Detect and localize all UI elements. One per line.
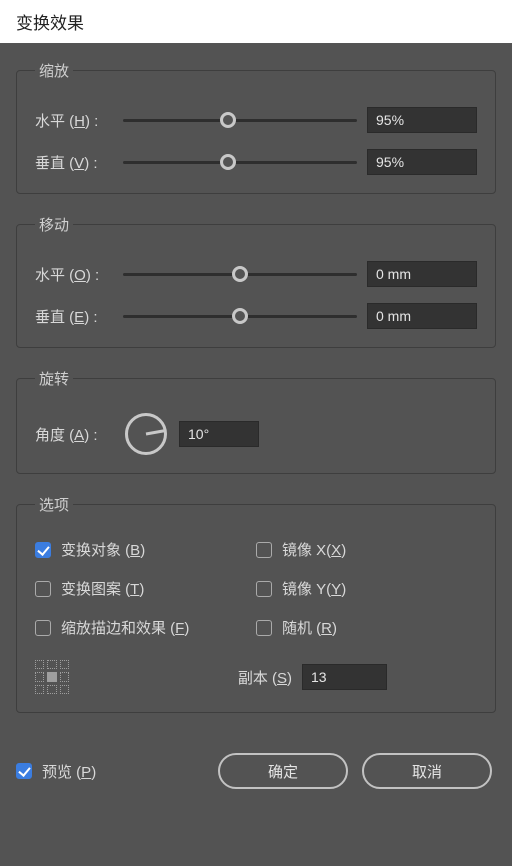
preview-checkbox[interactable]: 预览 (P) <box>16 761 96 782</box>
random-checkbox[interactable]: 随机 (R) <box>256 617 477 638</box>
scale-vertical-label: 垂直 (V) : <box>35 152 113 173</box>
checkbox-icon <box>256 542 272 558</box>
scale-horizontal-input[interactable]: 95% <box>367 107 477 133</box>
checkbox-icon <box>35 581 51 597</box>
move-group: 移动 水平 (O) : 0 mm 垂直 (E) : 0 mm <box>16 214 496 348</box>
move-horizontal-slider[interactable] <box>123 264 357 284</box>
anchor-point-widget[interactable] <box>35 660 69 694</box>
scale-strokes-checkbox[interactable]: 缩放描边和效果 (F) <box>35 617 256 638</box>
ok-button[interactable]: 确定 <box>218 753 348 789</box>
title-bar: 变换效果 <box>0 0 512 44</box>
scale-vertical-row: 垂直 (V) : 95% <box>35 149 477 175</box>
move-horizontal-input[interactable]: 0 mm <box>367 261 477 287</box>
rotate-legend: 旋转 <box>35 368 73 389</box>
options-grid: 变换对象 (B) 镜像 X(X) 变换图案 (T) 镜像 Y(Y) 缩放描边和效… <box>35 539 477 638</box>
move-vertical-row: 垂直 (E) : 0 mm <box>35 303 477 329</box>
scale-horizontal-label: 水平 (H) : <box>35 110 113 131</box>
scale-vertical-slider[interactable] <box>123 152 357 172</box>
transform-objects-checkbox[interactable]: 变换对象 (B) <box>35 539 256 560</box>
scale-legend: 缩放 <box>35 60 73 81</box>
reflect-x-checkbox[interactable]: 镜像 X(X) <box>256 539 477 560</box>
copies-row: 副本 (S) 13 <box>35 660 477 694</box>
checkbox-icon <box>35 542 51 558</box>
move-horizontal-row: 水平 (O) : 0 mm <box>35 261 477 287</box>
move-horizontal-label: 水平 (O) : <box>35 264 113 285</box>
options-legend: 选项 <box>35 494 73 515</box>
slider-thumb[interactable] <box>232 308 248 324</box>
checkbox-icon <box>16 763 32 779</box>
transform-patterns-checkbox[interactable]: 变换图案 (T) <box>35 578 256 599</box>
checkbox-icon <box>256 581 272 597</box>
slider-thumb[interactable] <box>220 154 236 170</box>
rotate-angle-row: 角度 (A) : 10° <box>35 413 477 455</box>
slider-thumb[interactable] <box>220 112 236 128</box>
move-vertical-input[interactable]: 0 mm <box>367 303 477 329</box>
slider-thumb[interactable] <box>232 266 248 282</box>
angle-dial[interactable] <box>125 413 167 455</box>
move-vertical-label: 垂直 (E) : <box>35 306 113 327</box>
copies-input[interactable]: 13 <box>302 664 387 690</box>
rotate-group: 旋转 角度 (A) : 10° <box>16 368 496 474</box>
move-legend: 移动 <box>35 214 73 235</box>
options-group: 选项 变换对象 (B) 镜像 X(X) 变换图案 (T) 镜像 Y(Y) 缩放描… <box>16 494 496 713</box>
checkbox-icon <box>256 620 272 636</box>
scale-horizontal-row: 水平 (H) : 95% <box>35 107 477 133</box>
dialog-title: 变换效果 <box>16 9 84 34</box>
move-vertical-slider[interactable] <box>123 306 357 326</box>
checkbox-icon <box>35 620 51 636</box>
rotate-angle-label: 角度 (A) : <box>35 424 113 445</box>
rotate-angle-input[interactable]: 10° <box>179 421 259 447</box>
scale-vertical-input[interactable]: 95% <box>367 149 477 175</box>
dialog-content: 缩放 水平 (H) : 95% 垂直 (V) : 95% 移动 <box>0 44 512 805</box>
cancel-button[interactable]: 取消 <box>362 753 492 789</box>
scale-group: 缩放 水平 (H) : 95% 垂直 (V) : 95% <box>16 60 496 194</box>
reflect-y-checkbox[interactable]: 镜像 Y(Y) <box>256 578 477 599</box>
scale-horizontal-slider[interactable] <box>123 110 357 130</box>
dialog-footer: 预览 (P) 确定 取消 <box>16 753 496 789</box>
copies-label: 副本 (S) <box>238 667 292 688</box>
